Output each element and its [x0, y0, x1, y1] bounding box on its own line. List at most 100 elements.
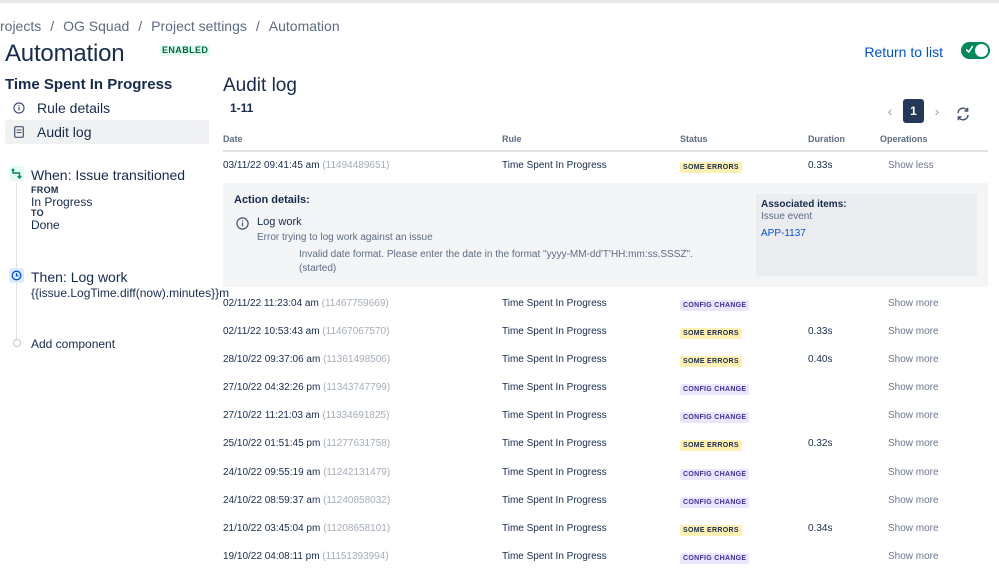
sidebar-item-audit-log[interactable]: Audit log [5, 120, 209, 144]
add-component-button[interactable]: Add component [31, 337, 115, 351]
info-icon [236, 217, 249, 230]
associated-items-type: Issue event [761, 211, 813, 222]
top-divider [0, 0, 999, 3]
row-execution-id: (11151393994) [322, 551, 389, 562]
row-execution-id: (11467067570) [322, 326, 390, 337]
row-rule: Time Spent In Progress [502, 467, 607, 478]
row-date: 03/11/22 09:41:45 am (11494489651) [223, 160, 389, 171]
rule-enabled-toggle[interactable] [961, 42, 990, 59]
breadcrumb-separator: / [138, 18, 143, 34]
column-header-operations: Operations [880, 134, 928, 144]
breadcrumb-automation[interactable]: Automation [269, 18, 340, 34]
row-toggle-details-button[interactable]: Show more [888, 382, 939, 393]
row-rule: Time Spent In Progress [502, 523, 607, 534]
breadcrumb-og-squad[interactable]: OG Squad [63, 18, 129, 34]
refresh-icon[interactable] [955, 106, 971, 122]
row-toggle-details-button[interactable]: Show more [888, 467, 939, 478]
table-row: 02/11/22 11:23:04 am (11467759669) Time S… [223, 295, 988, 315]
row-rule: Time Spent In Progress [502, 410, 607, 421]
row-status: SOME ERRORS [680, 355, 742, 367]
trigger-from-value: In Progress [31, 195, 93, 209]
row-toggle-details-button[interactable]: Show more [888, 326, 939, 337]
row-date-text: 03/11/22 09:41:45 am [223, 160, 320, 171]
table-row: 03/11/22 09:41:45 am (11494489651) Time S… [223, 157, 988, 177]
breadcrumb-separator: / [50, 18, 55, 34]
row-duration: 0.34s [808, 523, 833, 534]
row-execution-id: (11343747799) [323, 382, 391, 393]
row-toggle-details-button[interactable]: Show more [888, 523, 939, 534]
action-title[interactable]: Then: Log work [31, 269, 128, 285]
action-value: {{issue.LogTime.diff(now).minutes}}m [31, 286, 230, 300]
row-date: 19/10/22 04:08:11 pm (11151393994) [223, 551, 389, 562]
row-execution-id: (11467759669) [321, 298, 389, 309]
row-status: CONFIG CHANGE [680, 299, 750, 311]
row-status: CONFIG CHANGE [680, 552, 750, 564]
row-date: 24/10/22 08:59:37 am (11240858032) [223, 495, 390, 506]
breadcrumb-projects[interactable]: rojects [0, 18, 41, 34]
row-status: SOME ERRORS [680, 524, 742, 536]
associated-items-title: Associated items: [761, 199, 847, 210]
row-toggle-details-button[interactable]: Show more [888, 551, 939, 562]
row-date-text: 25/10/22 01:51:45 pm [223, 438, 321, 449]
trigger-title[interactable]: When: Issue transitioned [31, 167, 185, 183]
row-date: 02/11/22 11:23:04 am (11467759669) [223, 298, 389, 309]
action-detail-error: Error trying to log work against an issu… [257, 232, 433, 243]
column-header-duration: Duration [808, 134, 845, 144]
row-rule: Time Spent In Progress [502, 354, 607, 365]
rule-name: Time Spent In Progress [5, 76, 173, 93]
chevron-right-icon[interactable]: › [930, 99, 944, 123]
status-lozenge: SOME ERRORS [680, 440, 742, 451]
row-rule: Time Spent In Progress [502, 298, 607, 309]
breadcrumb-project-settings[interactable]: Project settings [151, 18, 247, 34]
row-rule: Time Spent In Progress [502, 160, 607, 171]
trigger-icon [9, 166, 24, 181]
table-row: 24/10/22 08:59:37 am (11240858032) Time S… [223, 492, 988, 512]
toggle-knob [975, 44, 988, 57]
row-execution-id: (11242131479) [323, 467, 391, 478]
row-toggle-details-button[interactable]: Show more [888, 438, 939, 449]
row-date-text: 24/10/22 09:55:19 am [223, 467, 321, 478]
associated-items-panel: Associated items: Issue event APP-1137 [756, 194, 977, 276]
row-toggle-details-button[interactable]: Show more [888, 495, 939, 506]
row-duration: 0.33s [808, 160, 833, 171]
table-row: 25/10/22 01:51:45 pm (11277631758) Time S… [223, 435, 988, 455]
table-header-divider [223, 150, 988, 152]
row-toggle-details-button[interactable]: Show less [888, 160, 934, 171]
column-header-date: Date [223, 134, 243, 144]
issue-link[interactable]: APP-1137 [761, 228, 806, 239]
row-rule: Time Spent In Progress [502, 551, 607, 562]
row-rule: Time Spent In Progress [502, 326, 607, 337]
action-details-panel: Action details: Log work Error trying to… [223, 183, 988, 287]
row-duration: 0.33s [808, 326, 833, 337]
action-icon [9, 268, 24, 283]
status-lozenge: CONFIG CHANGE [680, 384, 750, 395]
check-icon [966, 45, 973, 53]
page-title: Automation [5, 40, 125, 67]
row-date-text: 28/10/22 09:37:06 am [223, 354, 321, 365]
table-row: 21/10/22 03:45:04 pm (11208658101) Time S… [223, 520, 988, 540]
row-status: SOME ERRORS [680, 161, 742, 173]
status-badge: ENABLED [160, 45, 211, 56]
table-row: 27/10/22 04:32:26 pm (11343747799) Time S… [223, 379, 988, 399]
row-rule: Time Spent In Progress [502, 495, 607, 506]
status-lozenge: CONFIG CHANGE [680, 412, 750, 423]
page-button-current[interactable]: 1 [903, 99, 924, 123]
table-row: 02/11/22 10:53:43 am (11467067570) Time S… [223, 323, 988, 343]
row-execution-id: (11361498506) [323, 354, 391, 365]
chevron-left-icon[interactable]: ‹ [883, 99, 897, 123]
action-detail-message: Invalid date format. Please enter the da… [299, 249, 693, 274]
row-execution-id: (11494489651) [322, 160, 390, 171]
row-date-text: 27/10/22 04:32:26 pm [223, 382, 321, 393]
row-toggle-details-button[interactable]: Show more [888, 410, 939, 421]
row-status: SOME ERRORS [680, 439, 742, 451]
sidebar-item-label: Rule details [37, 100, 111, 116]
row-date-text: 19/10/22 04:08:11 pm [223, 551, 320, 562]
row-status: CONFIG CHANGE [680, 496, 750, 508]
status-lozenge: SOME ERRORS [680, 525, 742, 536]
row-toggle-details-button[interactable]: Show more [888, 354, 939, 365]
return-to-list-link[interactable]: Return to list [864, 44, 943, 60]
sidebar-item-rule-details[interactable]: Rule details [5, 96, 209, 120]
row-duration: 0.32s [808, 438, 833, 449]
row-toggle-details-button[interactable]: Show more [888, 298, 939, 309]
column-header-status: Status [680, 134, 708, 144]
